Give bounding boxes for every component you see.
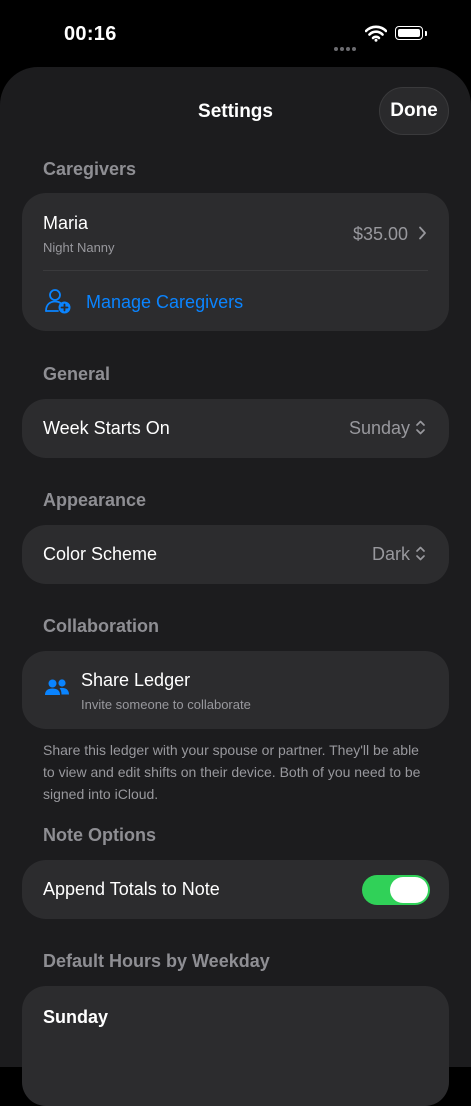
week-starts-row[interactable]: Week Starts On Sunday xyxy=(22,399,449,458)
battery-icon xyxy=(395,26,427,40)
week-starts-value: Sunday xyxy=(348,418,410,438)
color-scheme-value: Dark xyxy=(371,544,410,564)
caregiver-name: Maria xyxy=(43,213,89,233)
caregiver-role: Night Nanny xyxy=(43,240,115,255)
settings-sheet: Settings Done Caregivers Maria Night Nan… xyxy=(0,67,471,1106)
color-scheme-label: Color Scheme xyxy=(43,544,158,564)
share-ledger-title: Share Ledger xyxy=(81,670,191,690)
people-icon xyxy=(45,679,69,695)
general-section-header: General xyxy=(43,364,111,384)
caregiver-rate: $35.00 xyxy=(352,224,408,244)
manage-caregivers-label: Manage Caregivers xyxy=(86,292,244,312)
up-down-chevron-icon xyxy=(416,420,425,435)
append-totals-label: Append Totals to Note xyxy=(43,879,220,899)
default-hours-section-header: Default Hours by Weekday xyxy=(43,951,270,971)
week-starts-label: Week Starts On xyxy=(43,418,170,438)
append-totals-row: Append Totals to Note xyxy=(22,860,449,919)
caregiver-row[interactable]: Maria Night Nanny $35.00 xyxy=(22,193,449,271)
done-button[interactable]: Done xyxy=(379,87,449,135)
cellular-signal-icon xyxy=(334,38,358,56)
collaboration-footer: Share this ledger with your spouse or pa… xyxy=(43,742,421,802)
append-totals-toggle[interactable] xyxy=(362,875,430,905)
caregivers-card: Maria Night Nanny $35.00 Manage Caregive… xyxy=(22,193,449,331)
chevron-right-icon xyxy=(419,226,426,240)
status-time: 00:16 xyxy=(64,23,117,45)
weekday-sunday-label[interactable]: Sunday xyxy=(43,1007,108,1028)
up-down-chevron-icon xyxy=(416,546,425,561)
default-hours-card: Sunday xyxy=(22,986,449,1106)
status-bar: 00:16 xyxy=(0,0,471,66)
manage-caregivers-button[interactable]: Manage Caregivers xyxy=(22,271,449,331)
appearance-section-header: Appearance xyxy=(43,490,147,510)
caregivers-section-header: Caregivers xyxy=(43,159,137,179)
share-ledger-subtitle: Invite someone to collaborate xyxy=(81,697,251,712)
wifi-icon xyxy=(365,25,387,42)
share-ledger-row[interactable]: Share Ledger Invite someone to collabora… xyxy=(22,651,449,729)
person-add-icon xyxy=(45,289,71,314)
note-options-section-header: Note Options xyxy=(43,825,156,845)
collaboration-section-header: Collaboration xyxy=(43,616,159,636)
toggle-knob xyxy=(390,877,428,903)
color-scheme-row[interactable]: Color Scheme Dark xyxy=(22,525,449,584)
